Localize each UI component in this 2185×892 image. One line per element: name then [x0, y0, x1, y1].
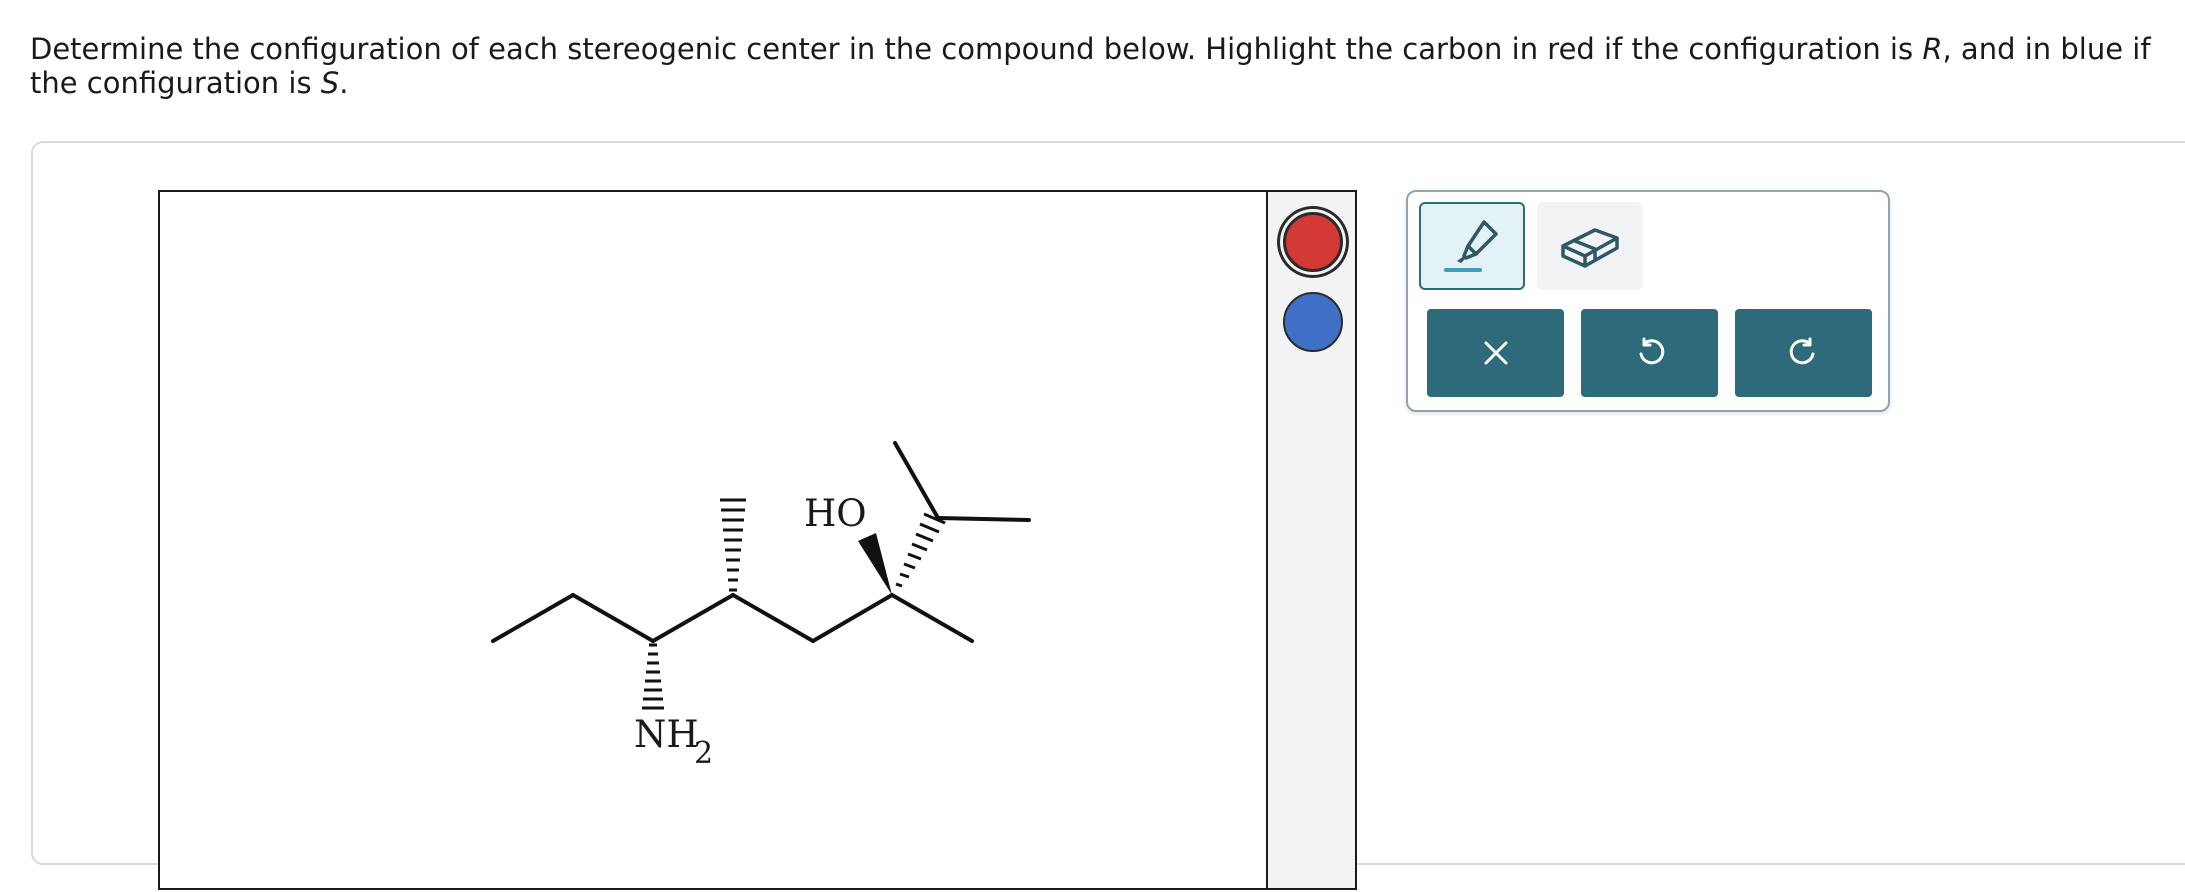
molecule-structure: HO NH 2 — [491, 441, 1031, 771]
hashed-wedge-nh2 — [642, 643, 664, 710]
bond-ch-methyl-up — [893, 441, 940, 520]
r-configuration-letter: R — [1922, 32, 1943, 66]
undo-button[interactable] — [1581, 309, 1718, 397]
drawing-canvas[interactable]: HO NH 2 — [158, 190, 1268, 890]
bond-c4-c5 — [731, 593, 815, 643]
question-text-part3: . — [339, 66, 349, 100]
amine-subscript: 2 — [694, 736, 713, 771]
hashed-wedge-methyl — [720, 498, 746, 592]
tool-panel — [1406, 190, 1890, 412]
solid-wedge-oh — [858, 533, 892, 595]
bond-c5-c6 — [811, 593, 894, 643]
bond-ch-methyl-right — [936, 516, 1031, 522]
hashed-wedge-isopropyl — [895, 512, 946, 588]
highlighter-pen-icon — [1444, 220, 1498, 272]
bond-c6-c7 — [890, 593, 974, 643]
bond-c2-c3 — [571, 593, 655, 643]
bond-c3-c4 — [651, 593, 735, 643]
blue-color-swatch[interactable] — [1283, 292, 1343, 352]
eraser-icon — [1561, 228, 1619, 268]
question-text-part1: Determine the configuration of each ster… — [30, 32, 1923, 66]
s-configuration-letter: S — [320, 66, 340, 100]
amine-label: NH — [634, 713, 699, 756]
close-icon — [1484, 341, 1507, 365]
redo-button[interactable] — [1735, 309, 1872, 397]
question-prompt: Determine the configuration of each ster… — [30, 32, 2160, 100]
undo-icon — [1639, 337, 1664, 365]
bond-c1-c2 — [491, 593, 575, 643]
red-color-swatch[interactable] — [1283, 212, 1343, 272]
color-palette — [1268, 190, 1357, 890]
highlighter-tool-button[interactable] — [1419, 202, 1525, 290]
hydroxyl-label: HO — [804, 492, 867, 535]
clear-button[interactable] — [1427, 309, 1564, 397]
redo-icon — [1789, 337, 1814, 365]
eraser-tool-button[interactable] — [1537, 202, 1643, 290]
